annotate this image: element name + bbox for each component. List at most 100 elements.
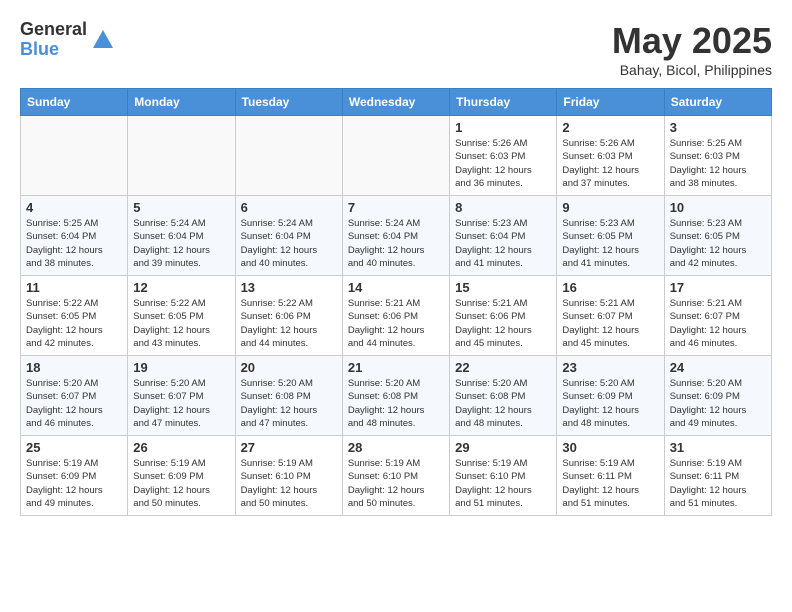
week-row-4: 18 Sunrise: 5:20 AM Sunset: 6:07 PM Dayli… [21, 356, 772, 436]
header-row: SundayMondayTuesdayWednesdayThursdayFrid… [21, 89, 772, 116]
day-number: 10 [670, 200, 766, 215]
day-cell: 5Sunrise: 5:24 AM Sunset: 6:04 PM Daylig… [128, 196, 235, 276]
day-number: 12 [133, 280, 229, 295]
day-number: 25 [26, 440, 122, 455]
logo-general: General [20, 20, 87, 40]
day-info: Sunrise: 5:19 AM Sunset: 6:11 PM Dayligh… [670, 457, 766, 510]
day-number: 13 [241, 280, 337, 295]
day-cell: 24 Sunrise: 5:20 AM Sunset: 6:09 PM Dayli… [664, 356, 771, 436]
day-number: 9 [562, 200, 658, 215]
calendar-table: SundayMondayTuesdayWednesdayThursdayFrid… [20, 88, 772, 516]
header-day-thursday: Thursday [450, 89, 557, 116]
day-number: 20 [241, 360, 337, 375]
day-number: 15 [455, 280, 551, 295]
day-cell: 30 Sunrise: 5:19 AM Sunset: 6:11 PM Dayli… [557, 436, 664, 516]
day-info: Sunrise: 5:23 AM Sunset: 6:04 PM Dayligh… [455, 217, 551, 270]
day-info: Sunrise: 5:22 AM Sunset: 6:06 PM Dayligh… [241, 297, 337, 350]
day-cell: 23Sunrise: 5:20 AM Sunset: 6:09 PM Dayli… [557, 356, 664, 436]
day-info: Sunrise: 5:26 AM Sunset: 6:03 PM Dayligh… [455, 137, 551, 190]
day-cell: 3 Sunrise: 5:25 AM Sunset: 6:03 PM Daylig… [664, 116, 771, 196]
day-cell: 29Sunrise: 5:19 AM Sunset: 6:10 PM Dayli… [450, 436, 557, 516]
day-info: Sunrise: 5:20 AM Sunset: 6:08 PM Dayligh… [241, 377, 337, 430]
calendar-title: May 2025 [612, 20, 772, 62]
day-number: 17 [670, 280, 766, 295]
day-info: Sunrise: 5:19 AM Sunset: 6:09 PM Dayligh… [133, 457, 229, 510]
day-info: Sunrise: 5:22 AM Sunset: 6:05 PM Dayligh… [133, 297, 229, 350]
day-info: Sunrise: 5:20 AM Sunset: 6:08 PM Dayligh… [348, 377, 444, 430]
header-day-friday: Friday [557, 89, 664, 116]
header-day-sunday: Sunday [21, 89, 128, 116]
day-info: Sunrise: 5:20 AM Sunset: 6:07 PM Dayligh… [26, 377, 122, 430]
day-info: Sunrise: 5:20 AM Sunset: 6:09 PM Dayligh… [670, 377, 766, 430]
week-row-1: 1 Sunrise: 5:26 AM Sunset: 6:03 PM Daylig… [21, 116, 772, 196]
day-info: Sunrise: 5:20 AM Sunset: 6:09 PM Dayligh… [562, 377, 658, 430]
day-info: Sunrise: 5:25 AM Sunset: 6:04 PM Dayligh… [26, 217, 122, 270]
day-number: 16 [562, 280, 658, 295]
day-info: Sunrise: 5:26 AM Sunset: 6:03 PM Dayligh… [562, 137, 658, 190]
day-cell [21, 116, 128, 196]
title-block: May 2025 Bahay, Bicol, Philippines [612, 20, 772, 78]
day-cell: 27Sunrise: 5:19 AM Sunset: 6:10 PM Dayli… [235, 436, 342, 516]
day-info: Sunrise: 5:24 AM Sunset: 6:04 PM Dayligh… [348, 217, 444, 270]
day-info: Sunrise: 5:21 AM Sunset: 6:06 PM Dayligh… [348, 297, 444, 350]
day-number: 31 [670, 440, 766, 455]
day-cell: 28 Sunrise: 5:19 AM Sunset: 6:10 PM Dayli… [342, 436, 449, 516]
day-info: Sunrise: 5:19 AM Sunset: 6:11 PM Dayligh… [562, 457, 658, 510]
day-cell: 25 Sunrise: 5:19 AM Sunset: 6:09 PM Dayli… [21, 436, 128, 516]
day-cell: 18 Sunrise: 5:20 AM Sunset: 6:07 PM Dayli… [21, 356, 128, 436]
header-day-saturday: Saturday [664, 89, 771, 116]
day-info: Sunrise: 5:19 AM Sunset: 6:09 PM Dayligh… [26, 457, 122, 510]
day-info: Sunrise: 5:21 AM Sunset: 6:06 PM Dayligh… [455, 297, 551, 350]
day-cell: 19 Sunrise: 5:20 AM Sunset: 6:07 PM Dayli… [128, 356, 235, 436]
day-number: 7 [348, 200, 444, 215]
day-number: 26 [133, 440, 229, 455]
day-info: Sunrise: 5:20 AM Sunset: 6:07 PM Dayligh… [133, 377, 229, 430]
day-number: 30 [562, 440, 658, 455]
day-cell: 9 Sunrise: 5:23 AM Sunset: 6:05 PM Daylig… [557, 196, 664, 276]
day-number: 6 [241, 200, 337, 215]
day-cell: 8 Sunrise: 5:23 AM Sunset: 6:04 PM Daylig… [450, 196, 557, 276]
header-day-tuesday: Tuesday [235, 89, 342, 116]
day-number: 8 [455, 200, 551, 215]
day-number: 24 [670, 360, 766, 375]
day-cell: 20 Sunrise: 5:20 AM Sunset: 6:08 PM Dayli… [235, 356, 342, 436]
header-day-wednesday: Wednesday [342, 89, 449, 116]
day-number: 28 [348, 440, 444, 455]
day-number: 22 [455, 360, 551, 375]
day-number: 5 [133, 200, 229, 215]
day-cell: 22 Sunrise: 5:20 AM Sunset: 6:08 PM Dayli… [450, 356, 557, 436]
day-info: Sunrise: 5:23 AM Sunset: 6:05 PM Dayligh… [670, 217, 766, 270]
day-number: 19 [133, 360, 229, 375]
day-info: Sunrise: 5:22 AM Sunset: 6:05 PM Dayligh… [26, 297, 122, 350]
day-cell: 6 Sunrise: 5:24 AM Sunset: 6:04 PM Daylig… [235, 196, 342, 276]
day-cell: 15 Sunrise: 5:21 AM Sunset: 6:06 PM Dayli… [450, 276, 557, 356]
day-info: Sunrise: 5:25 AM Sunset: 6:03 PM Dayligh… [670, 137, 766, 190]
day-cell: 1 Sunrise: 5:26 AM Sunset: 6:03 PM Daylig… [450, 116, 557, 196]
day-number: 4 [26, 200, 122, 215]
logo: General Blue [20, 20, 115, 60]
day-info: Sunrise: 5:24 AM Sunset: 6:04 PM Dayligh… [241, 217, 337, 270]
day-cell [342, 116, 449, 196]
day-number: 29 [455, 440, 551, 455]
day-cell: 17Sunrise: 5:21 AM Sunset: 6:07 PM Dayli… [664, 276, 771, 356]
day-number: 1 [455, 120, 551, 135]
day-number: 2 [562, 120, 658, 135]
week-row-2: 4 Sunrise: 5:25 AM Sunset: 6:04 PM Daylig… [21, 196, 772, 276]
day-cell: 13 Sunrise: 5:22 AM Sunset: 6:06 PM Dayli… [235, 276, 342, 356]
calendar-subtitle: Bahay, Bicol, Philippines [612, 62, 772, 78]
day-number: 14 [348, 280, 444, 295]
day-cell: 4 Sunrise: 5:25 AM Sunset: 6:04 PM Daylig… [21, 196, 128, 276]
day-cell [235, 116, 342, 196]
day-info: Sunrise: 5:19 AM Sunset: 6:10 PM Dayligh… [348, 457, 444, 510]
day-cell: 14 Sunrise: 5:21 AM Sunset: 6:06 PM Dayli… [342, 276, 449, 356]
day-cell [128, 116, 235, 196]
day-info: Sunrise: 5:23 AM Sunset: 6:05 PM Dayligh… [562, 217, 658, 270]
day-info: Sunrise: 5:21 AM Sunset: 6:07 PM Dayligh… [562, 297, 658, 350]
day-number: 3 [670, 120, 766, 135]
day-info: Sunrise: 5:20 AM Sunset: 6:08 PM Dayligh… [455, 377, 551, 430]
day-number: 18 [26, 360, 122, 375]
day-number: 21 [348, 360, 444, 375]
day-number: 11 [26, 280, 122, 295]
day-cell: 10 Sunrise: 5:23 AM Sunset: 6:05 PM Dayli… [664, 196, 771, 276]
day-cell: 7 Sunrise: 5:24 AM Sunset: 6:04 PM Daylig… [342, 196, 449, 276]
